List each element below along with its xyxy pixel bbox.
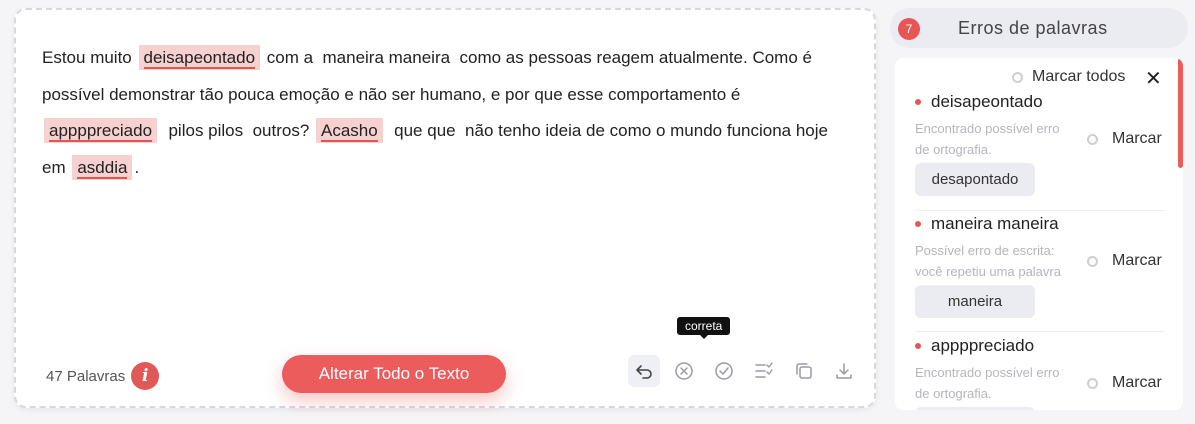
error-word: deisapeontado [931,92,1043,111]
error-dot-icon [915,221,921,227]
text-segment: . [134,157,140,177]
suggestion-button[interactable]: maneira [915,285,1035,318]
mark-label: Marcar [1112,374,1162,391]
list-check-icon[interactable] [748,355,780,387]
error-description: Encontrado possível erro de ortografia. [915,121,1060,157]
error-panel[interactable]: Marcar todos ✕ deisapeontado Encontrado … [895,58,1183,410]
text-segment: Estou muito [42,48,137,67]
editor-text[interactable]: Estou muito deisapeontado com a maneira … [42,40,842,186]
error-word: maneira maneira [931,214,1059,233]
error-count-badge: 7 [898,18,920,40]
word-count-area: 47 Palavras i [46,362,160,390]
accept-icon[interactable] [708,355,740,387]
mark-all-label: Marcar todos [1032,68,1126,85]
copy-icon[interactable] [788,355,820,387]
suggestion-button[interactable] [915,407,1035,410]
panel-title: Erros de palavras [958,18,1108,38]
mark-label: Marcar [1112,252,1162,269]
tooltip: correta [677,317,731,339]
misspelled-word[interactable]: asddia [72,154,133,180]
radio-icon[interactable] [1087,377,1098,389]
mark-option[interactable]: Marcar [1087,130,1162,148]
info-icon[interactable]: i [131,362,160,390]
divider [915,210,1165,211]
text-segment: pilos pilos outros? [159,121,314,140]
text-editor[interactable]: Estou muito deisapeontado com a maneira … [14,8,876,408]
misspelled-word[interactable]: appppreciado [44,118,158,143]
mark-label: Marcar [1112,130,1162,147]
divider [915,331,1165,332]
download-icon[interactable] [828,355,860,387]
mark-all-option[interactable]: Marcar todos [1012,68,1125,86]
mark-option[interactable]: Marcar [1087,252,1162,270]
radio-icon[interactable] [1012,71,1023,83]
error-description: Encontrado possível erro de ortografia. [915,365,1060,401]
mark-option[interactable]: Marcar [1087,374,1162,392]
panel-header: 7 Erros de palavras [890,8,1188,48]
error-word: appppreciado [931,336,1035,355]
misspelled-word-text: appppreciado [49,121,153,142]
error-dot-icon [915,99,921,105]
ignore-icon[interactable] [668,355,700,387]
misspelled-word-text: asddia [77,157,128,179]
radio-icon[interactable] [1087,255,1098,267]
undo-icon[interactable] [628,355,660,387]
error-description: Possível erro de escrita: você repetiu u… [915,243,1061,279]
radio-icon[interactable] [1087,133,1098,145]
toolbar [628,355,860,387]
misspelled-word[interactable]: Acasho [316,118,383,143]
change-all-text-button[interactable]: Alterar Todo o Texto [282,355,506,393]
misspelled-word[interactable]: deisapeontado [138,45,261,70]
close-icon[interactable]: ✕ [1145,66,1162,91]
misspelled-word-text: deisapeontado [143,48,256,69]
error-dot-icon [915,343,921,349]
scrollbar[interactable] [1178,58,1183,168]
word-count: 47 Palavras [46,367,126,385]
misspelled-word-text: Acasho [321,121,378,142]
suggestion-button[interactable]: desapontado [915,163,1035,196]
